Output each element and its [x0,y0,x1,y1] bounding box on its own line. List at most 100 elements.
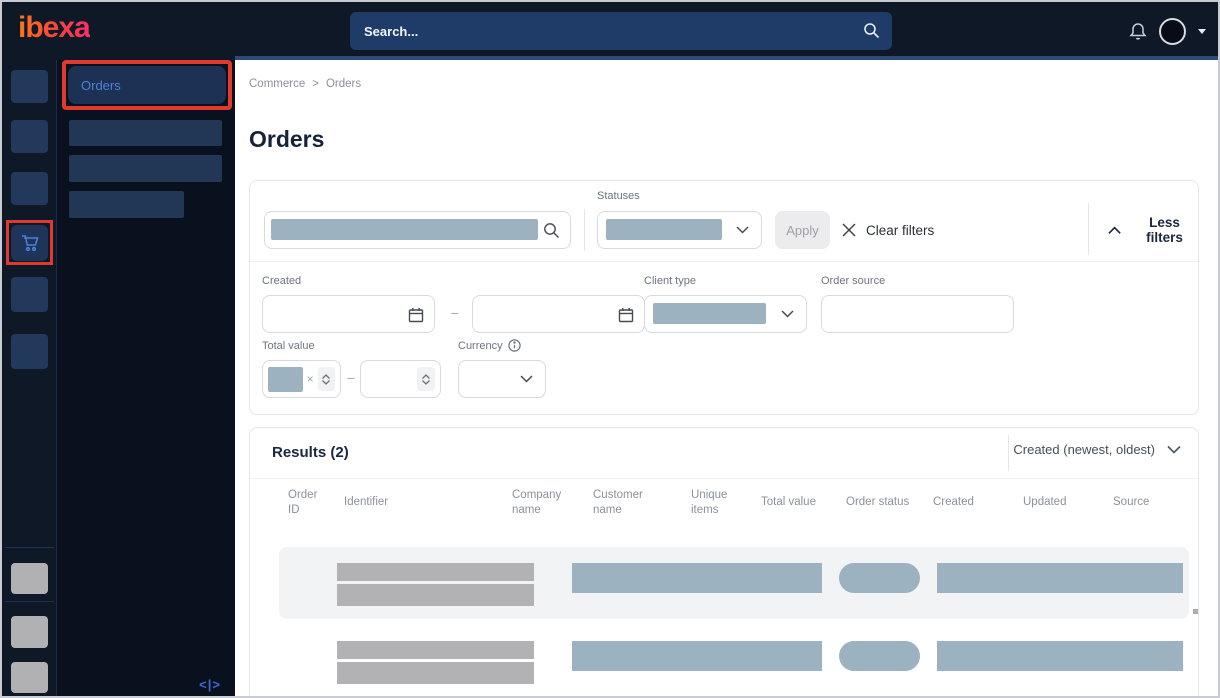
col-header-unique-items[interactable]: Unique items [691,488,741,518]
customer-placeholder [572,641,822,671]
nav-rail-item-6[interactable] [11,334,48,369]
main-content: Commerce > Orders Orders Statuses Apply … [235,60,1218,696]
stepper-up-icon [322,373,331,379]
chevron-up-icon [1108,226,1121,234]
user-menu-caret-icon[interactable] [1198,28,1206,34]
breadcrumb-commerce[interactable]: Commerce [249,78,305,90]
nav-rail-bottom-item-3[interactable] [11,662,48,693]
currency-label-wrap: Currency [458,339,521,352]
client-type-dropdown[interactable] [644,295,807,333]
nav-rail-bottom-item-2[interactable] [11,616,48,648]
order-table-row[interactable] [279,547,1189,619]
chevron-down-icon [736,226,749,234]
less-filters-label: Less filters [1146,215,1183,245]
sidebar-item-placeholder-3[interactable] [69,191,184,218]
search-icon [544,223,559,238]
nav-rail-item-1[interactable] [11,70,48,103]
sort-dropdown[interactable]: Created (newest, oldest) [1013,442,1181,457]
identifier-placeholder [337,563,534,581]
global-search [350,12,892,50]
main-nav-rail [2,60,57,696]
currency-dropdown[interactable] [458,360,546,398]
client-type-value-placeholder [653,303,766,324]
col-header-customer-name[interactable]: Customer name [593,488,657,518]
clear-filters-button[interactable]: Clear filters [842,211,934,249]
orders-annotation-box: Orders [62,60,232,110]
search-value-placeholder [271,219,538,240]
chevron-down-icon [520,375,533,383]
shopping-cart-icon [22,234,39,251]
stepper-down-icon [322,379,331,385]
info-icon[interactable] [507,339,521,352]
total-value-min-input[interactable]: × [262,360,341,398]
identifier-placeholder [337,662,534,684]
sidebar-item-orders[interactable]: Orders [68,66,226,104]
nav-rail-item-2[interactable] [11,120,48,153]
filter-divider [1088,203,1089,255]
stepper-down-icon [422,379,430,385]
filter-divider [584,209,585,251]
created-from-input[interactable] [262,295,435,333]
nav-rail-bottom-item-1[interactable] [11,563,48,594]
col-header-total-value[interactable]: Total value [761,495,816,510]
results-header-divider [250,478,1198,479]
apply-button[interactable]: Apply [775,211,830,249]
user-avatar[interactable] [1159,17,1186,45]
global-search-input[interactable] [364,12,844,50]
calendar-icon [408,308,424,323]
col-header-updated[interactable]: Updated [1023,495,1066,510]
top-bar: ibexa [2,2,1218,60]
order-source-input[interactable] [821,295,1014,333]
number-stepper[interactable] [317,367,335,391]
close-icon [842,223,856,237]
total-value-label: Total value [262,340,315,352]
client-type-label: Client type [644,275,696,287]
total-value-placeholder [268,366,303,392]
sidebar-item-placeholder-1[interactable] [69,120,222,146]
results-panel: Results (2) Created (newest, oldest) Ord… [249,427,1199,696]
sort-divider [1008,435,1009,471]
chevron-down-icon [1167,445,1181,454]
order-table-row[interactable] [279,625,1189,696]
clear-filters-label: Clear filters [866,222,935,238]
number-stepper[interactable] [417,367,435,391]
sidebar-item-placeholder-2[interactable] [69,155,222,182]
col-header-order-status[interactable]: Order status [846,495,909,510]
rail-divider [5,547,54,548]
filters-panel: Statuses Apply Clear filters Less filter… [249,180,1199,415]
col-header-order-id[interactable]: Order ID [288,488,330,518]
sidebar-resize-handle[interactable]: <|> [199,677,221,692]
nav-rail-item-5[interactable] [11,277,48,312]
top-bar-actions [1129,2,1206,60]
rail-divider [5,601,54,602]
identifier-placeholder [337,641,534,659]
breadcrumb: Commerce > Orders [249,78,361,90]
col-header-created[interactable]: Created [933,495,974,510]
breadcrumb-separator: > [312,78,319,90]
col-header-source[interactable]: Source [1113,495,1149,510]
bell-icon[interactable] [1129,21,1147,41]
created-to-input[interactable] [472,295,645,333]
calendar-icon [618,308,634,323]
app-window: ibexa Orders [0,0,1220,698]
statuses-value-placeholder [606,219,722,240]
total-value-max-input[interactable] [360,360,441,398]
dates-placeholder [937,563,1183,593]
filter-search-input[interactable] [264,211,571,249]
commerce-nav-button[interactable] [11,224,48,261]
dates-placeholder [937,641,1183,671]
nav-rail-item-3[interactable] [11,172,48,205]
breadcrumb-orders[interactable]: Orders [326,78,361,90]
statuses-dropdown[interactable] [597,211,762,249]
col-header-identifier[interactable]: Identifier [344,495,388,510]
ibexa-logo[interactable]: ibexa [18,11,91,45]
order-source-label: Order source [821,275,886,287]
commerce-annotation-box [6,220,53,265]
col-header-company-name[interactable]: Company name [512,488,574,518]
sort-label: Created (newest, oldest) [1013,442,1155,457]
less-filters-button[interactable]: Less filters [1108,211,1198,249]
customer-placeholder [572,563,822,593]
sidebar-item-label: Orders [81,77,121,93]
chevron-down-icon [781,310,794,318]
search-icon[interactable] [863,22,880,39]
